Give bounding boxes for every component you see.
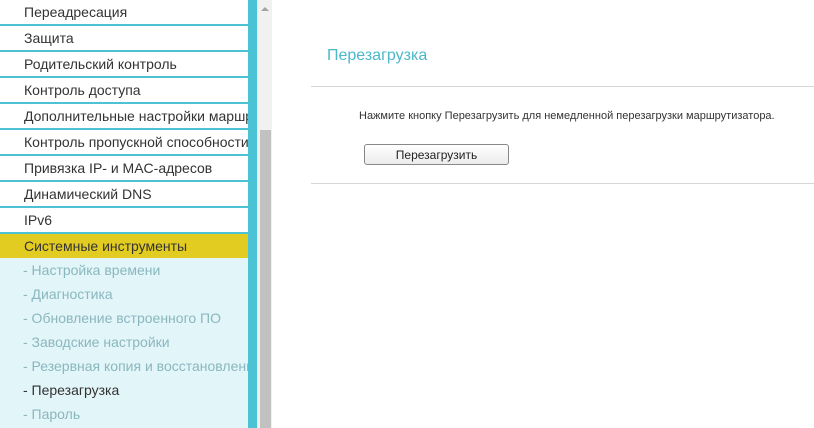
submenu-item-backup-restore[interactable]: - Резервная копия и восстановление — [0, 354, 248, 378]
sidebar-item-parental-control[interactable]: Родительский контроль — [0, 52, 248, 78]
sidebar-item-system-tools[interactable]: Системные инструменты — [0, 234, 248, 258]
submenu-item-diagnostics[interactable]: - Диагностика — [0, 282, 248, 306]
scroll-up-button[interactable] — [258, 0, 272, 17]
sidebar-accent-stripe — [248, 0, 257, 428]
reboot-instruction: Нажмите кнопку Перезагрузить для немедле… — [359, 110, 775, 122]
page-title: Перезагрузка — [327, 47, 428, 64]
sidebar-submenu: - Настройка времени - Диагностика - Обно… — [0, 258, 248, 428]
chevron-up-icon — [261, 6, 269, 11]
sidebar-item-advanced-routing[interactable]: Дополнительные настройки маршрутизации — [0, 104, 248, 130]
sidebar-scrollbar[interactable] — [257, 0, 272, 428]
reboot-button[interactable]: Перезагрузить — [364, 144, 509, 165]
sidebar: Переадресация Защита Родительский контро… — [0, 0, 250, 428]
sidebar-item-ipv6[interactable]: IPv6 — [0, 208, 248, 234]
sidebar-item-access-control[interactable]: Контроль доступа — [0, 78, 248, 104]
sidebar-item-forwarding[interactable]: Переадресация — [0, 0, 248, 26]
submenu-item-firmware-upgrade[interactable]: - Обновление встроенного ПО — [0, 306, 248, 330]
submenu-item-password[interactable]: - Пароль — [0, 402, 248, 426]
divider-top — [311, 86, 814, 87]
divider-bottom — [311, 183, 814, 184]
sidebar-item-ip-mac-binding[interactable]: Привязка IP- и MAC-адресов — [0, 156, 248, 182]
sidebar-item-dynamic-dns[interactable]: Динамический DNS — [0, 182, 248, 208]
sidebar-item-security[interactable]: Защита — [0, 26, 248, 52]
scrollbar-thumb[interactable] — [260, 130, 271, 428]
submenu-item-reboot[interactable]: - Перезагрузка — [0, 378, 248, 402]
main-content: Перезагрузка Нажмите кнопку Перезагрузит… — [273, 0, 814, 428]
sidebar-menu: Переадресация Защита Родительский контро… — [0, 0, 248, 258]
sidebar-item-bandwidth-control[interactable]: Контроль пропускной способности — [0, 130, 248, 156]
submenu-item-time-settings[interactable]: - Настройка времени — [0, 258, 248, 282]
submenu-item-factory-defaults[interactable]: - Заводские настройки — [0, 330, 248, 354]
